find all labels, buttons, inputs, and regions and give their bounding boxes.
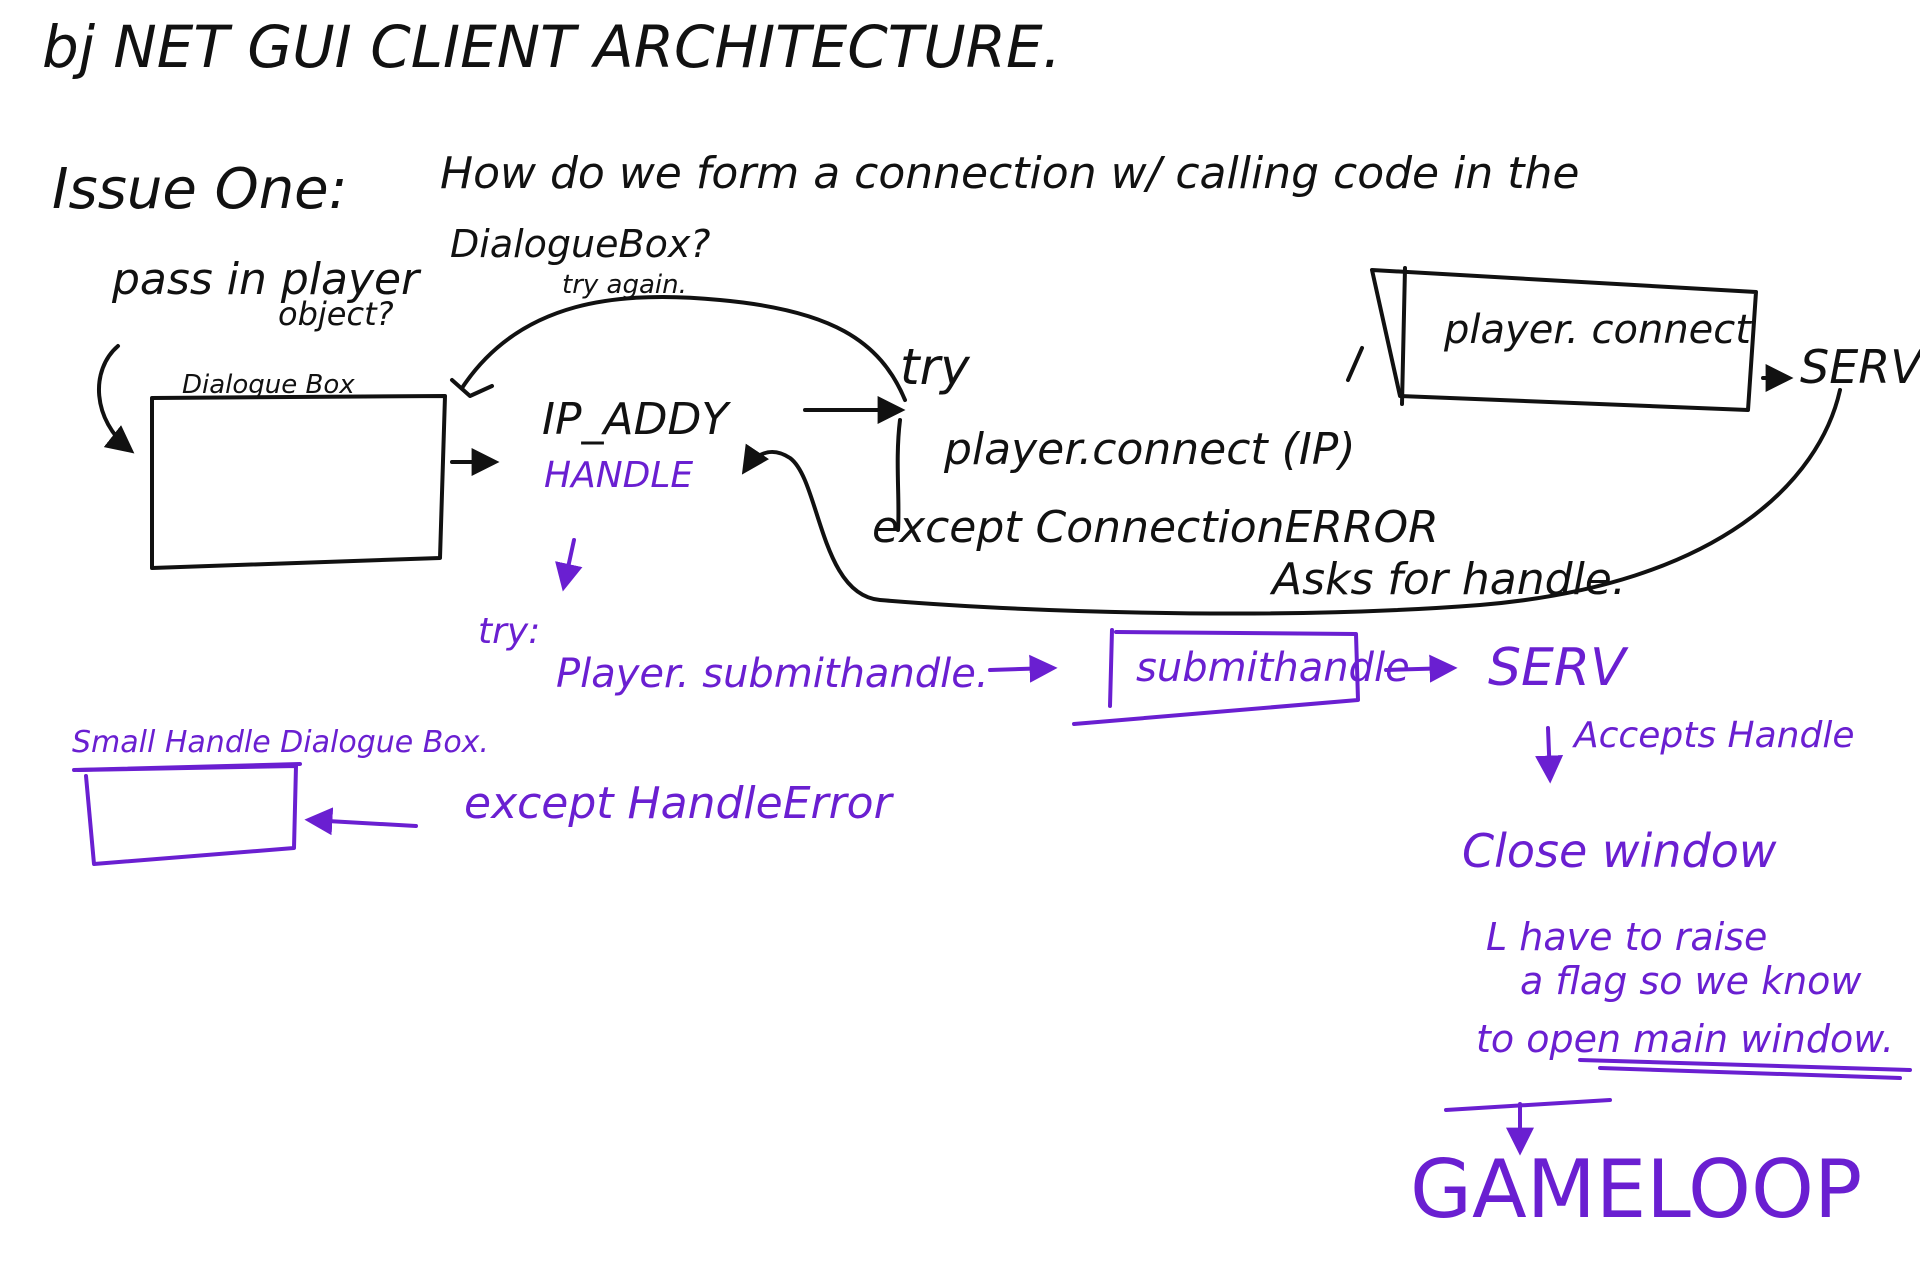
object-note: object? [278, 295, 394, 333]
gameloop-arrow [1444, 1098, 1612, 1112]
game-loop-node: GAMELOOP [1410, 1143, 1863, 1236]
accepts-handle: Accepts Handle [1574, 715, 1855, 756]
small-handle-box-rect [76, 764, 298, 866]
submit-box-label: submithandle [1136, 645, 1410, 691]
submit-box-bar [1108, 628, 1114, 708]
try-label: try [900, 338, 970, 396]
handle-error-arrow [304, 807, 418, 836]
serv-down-arrow [1535, 726, 1564, 784]
submit-arrow-1 [988, 654, 1058, 683]
issue-label: Issue One: [52, 157, 348, 222]
issue-question-line2: DialogueBox? [450, 222, 711, 266]
try-again-tick [450, 378, 494, 398]
raise-flag-line2: a flag so we know [1520, 959, 1862, 1003]
small-handle-dialogue-label: Small Handle Dialogue Box. [72, 725, 489, 760]
diagram-title: bj NET GUI CLIENT ARCHITECTURE. [42, 13, 1062, 81]
whiteboard-canvas: bj NET GUI CLIENT ARCHITECTURE. Issue On… [0, 0, 1920, 1280]
dialogue-box-label: Dialogue Box [182, 370, 355, 400]
handle-down-arrow [555, 538, 583, 592]
handle-node: HANDLE [544, 455, 694, 496]
player-connect-box-bar [1400, 266, 1407, 406]
except-connection-error: except ConnectionERROR [872, 502, 1439, 553]
try-purple-label: try: [478, 611, 541, 652]
serv-top-node: SERV [1800, 340, 1920, 394]
ip-addr-node: IP_ADDY [542, 394, 729, 445]
serv-bottom-node: SERV [1488, 638, 1626, 698]
try-again-note: try again. [562, 270, 687, 300]
asks-for-handle: Asks for handle. [1272, 554, 1626, 605]
player-submit-handle: Player. submithandle. [556, 651, 989, 697]
issue-question-line1: How do we form a connection w/ calling c… [440, 148, 1580, 199]
player-connect-box-label: player. connect [1444, 307, 1751, 353]
raise-flag-line1: L have to raise [1486, 915, 1768, 959]
raise-flag-line3: to open main window. [1476, 1017, 1894, 1061]
try-again-arc [460, 294, 907, 402]
connect-to-box-arrow [1346, 346, 1364, 382]
dialogue-box-rect [150, 394, 447, 570]
player-connect-ip: player.connect (IP) [944, 424, 1356, 475]
close-window-note: Close window [1462, 824, 1777, 878]
pass-in-arrow [97, 344, 135, 454]
except-handle-error: except HandleError [464, 778, 892, 829]
